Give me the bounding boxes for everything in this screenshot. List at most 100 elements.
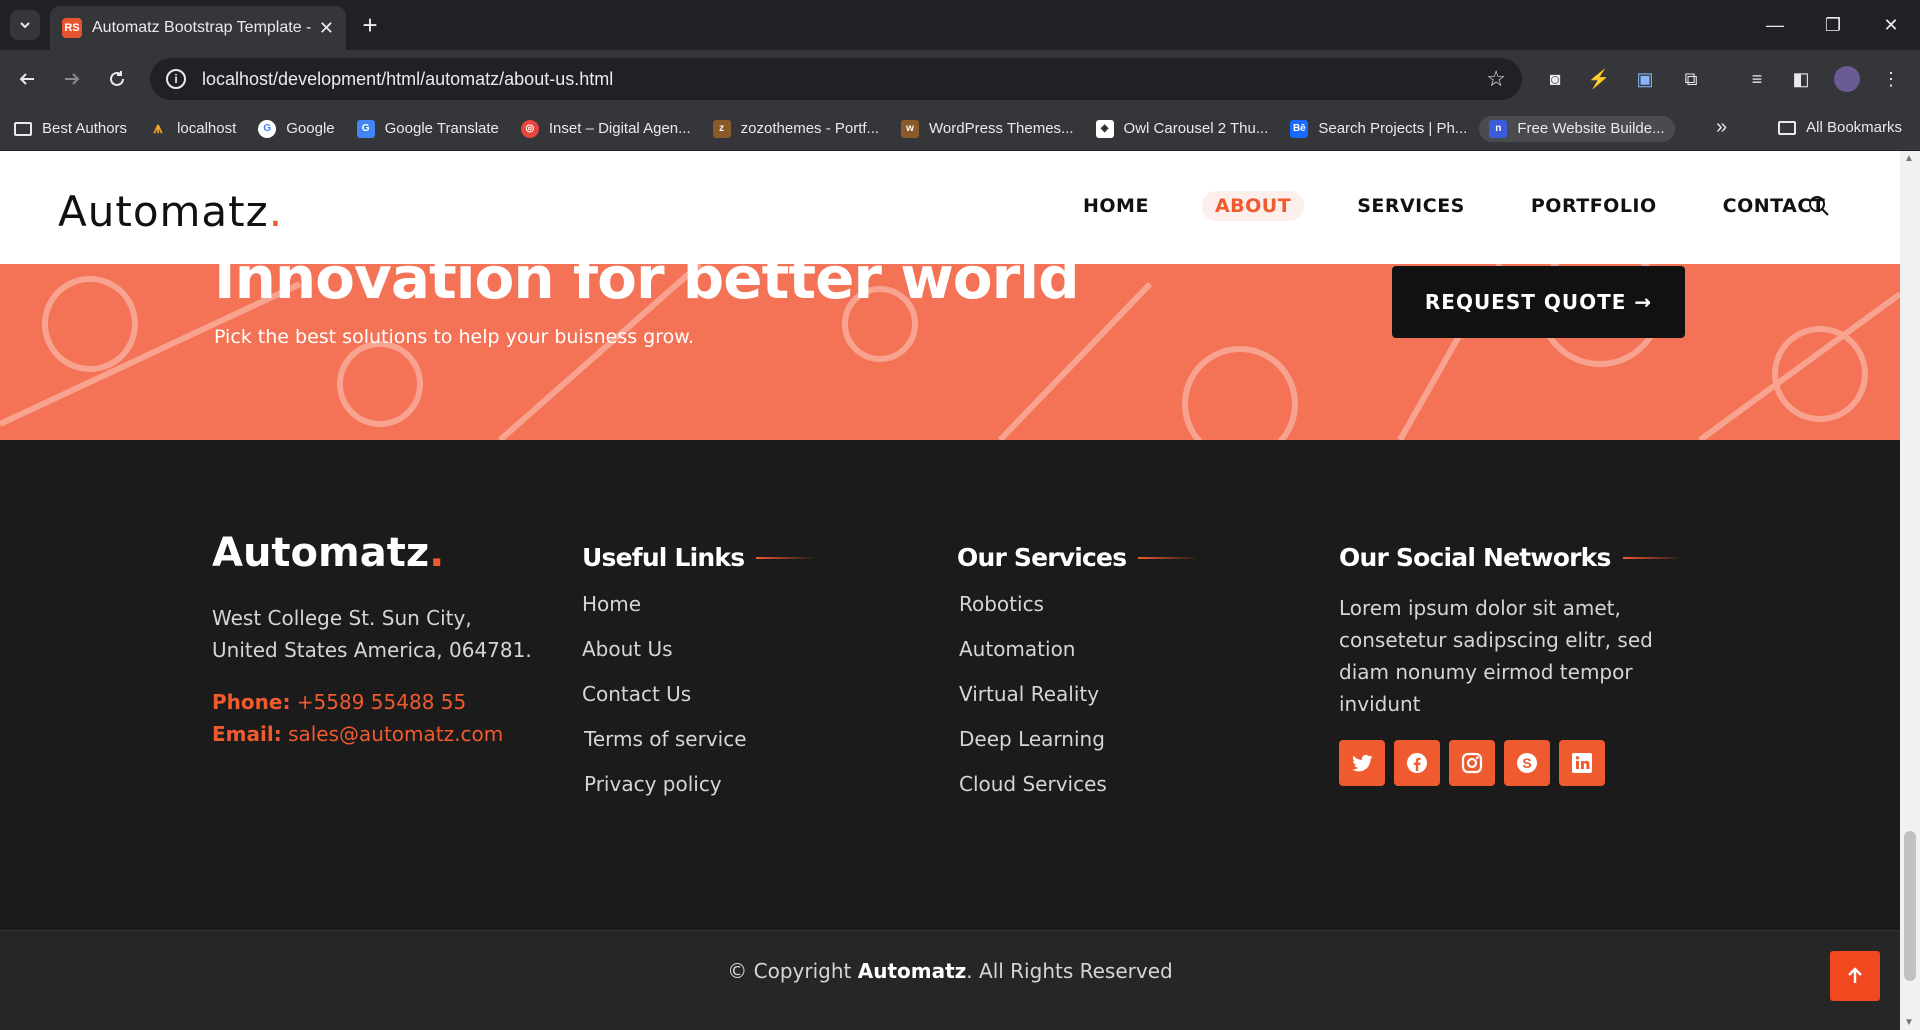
profile-avatar[interactable] (1834, 66, 1860, 92)
bookmark-label: Google Translate (384, 120, 499, 137)
bookmark-item[interactable]: w WordPress Themes... (901, 119, 1074, 138)
nav-home[interactable]: HOME (1070, 191, 1162, 221)
social-title: Our Social Networks (1339, 543, 1611, 572)
skype-icon: S (1517, 753, 1537, 773)
site-logo[interactable]: Automatz. (58, 187, 283, 236)
nav-about[interactable]: ABOUT (1201, 191, 1305, 221)
linkedin-link[interactable] (1559, 740, 1605, 786)
url-text[interactable]: localhost/development/html/automatz/abou… (202, 69, 1486, 90)
camera-extension-icon[interactable]: ◙ (1542, 66, 1568, 92)
back-to-top-button[interactable] (1830, 951, 1880, 1001)
side-panel-icon[interactable]: ◧ (1788, 66, 1814, 92)
all-bookmarks-label: All Bookmarks (1806, 119, 1902, 136)
nav-services[interactable]: SERVICES (1344, 191, 1478, 221)
tab-search-button[interactable] (10, 10, 40, 40)
bookmarks-overflow-icon[interactable]: » (1716, 116, 1727, 139)
folder-icon (1778, 120, 1797, 135)
site-info-icon[interactable]: i (166, 69, 186, 89)
banner-subtitle: Pick the best solutions to help your bui… (214, 326, 695, 348)
footer-link-home[interactable]: Home (582, 592, 816, 637)
bookmark-item[interactable]: G Google Translate (356, 119, 499, 138)
bookmark-item[interactable]: z zozothemes - Portf... (712, 119, 880, 138)
all-bookmarks-button[interactable]: All Bookmarks (1778, 119, 1902, 136)
footer-link-about[interactable]: About Us (582, 637, 816, 682)
useful-links-list: Home About Us Contact Us Terms of servic… (582, 592, 816, 817)
bookmark-item[interactable]: Bē Search Projects | Ph... (1290, 119, 1467, 138)
phone-value: +5589 55488 55 (296, 690, 467, 714)
footer-services-column: Our Services Robotics Automation Virtual… (957, 543, 1199, 817)
window-controls: — ❐ ✕ (1746, 0, 1920, 50)
back-button[interactable] (12, 64, 42, 94)
search-icon[interactable] (1806, 193, 1832, 219)
forward-button[interactable] (57, 64, 87, 94)
bookmark-item[interactable]: G Google (258, 119, 335, 138)
menu-kebab-icon[interactable]: ⋮ (1878, 66, 1904, 92)
social-heading: Our Social Networks (1339, 543, 1699, 572)
browser-tab-bar: RS Automatz Bootstrap Template - ✕ + — ❐… (0, 0, 1920, 50)
bookmark-item[interactable]: ◎ Inset – Digital Agen... (520, 119, 691, 138)
footer-about-column: Automatz. West College St. Sun City, Uni… (212, 530, 532, 750)
phone-label: Phone: (212, 690, 291, 714)
footer-logo[interactable]: Automatz. (212, 530, 532, 576)
scrollbar-thumb[interactable] (1904, 831, 1916, 981)
favicon-icon: RS (62, 18, 82, 38)
skype-link[interactable]: S (1504, 740, 1550, 786)
copyright-brand: Automatz (857, 959, 967, 983)
footer-phone[interactable]: Phone: +5589 55488 55 (212, 686, 532, 718)
restore-button[interactable]: ❐ (1804, 0, 1862, 50)
footer-service-virtual-reality[interactable]: Virtual Reality (959, 682, 1198, 727)
facebook-link[interactable] (1394, 740, 1440, 786)
page-scrollbar[interactable]: ▲ ▼ (1900, 151, 1920, 1030)
footer-service-automation[interactable]: Automation (959, 637, 1198, 682)
new-tab-button[interactable]: + (355, 10, 385, 40)
twitter-link[interactable] (1339, 740, 1385, 786)
scroll-up-arrow-icon[interactable]: ▲ (1904, 153, 1914, 164)
minimize-button[interactable]: — (1746, 0, 1804, 50)
footer-service-cloud-services[interactable]: Cloud Services (959, 772, 1198, 817)
bookmark-item[interactable]: n Free Website Builde... (1479, 115, 1675, 142)
screen-capture-extension-icon[interactable]: ▣ (1632, 66, 1658, 92)
wordpress-themes-icon: w (901, 119, 920, 138)
bookmark-item[interactable]: ⩚ localhost (149, 120, 237, 138)
zozothemes-icon: z (712, 119, 731, 138)
bookmark-label: zozothemes - Portf... (740, 120, 880, 137)
behance-icon: Bē (1290, 119, 1309, 138)
footer-service-deep-learning[interactable]: Deep Learning (959, 727, 1198, 772)
bookmark-label: Best Authors (42, 120, 128, 137)
email-label: Email: (212, 722, 282, 746)
google-translate-icon: G (356, 119, 375, 138)
browser-toolbar: i localhost/development/html/automatz/ab… (0, 50, 1920, 108)
social-description: Lorem ipsum dolor sit amet, consetetur s… (1339, 596, 1653, 716)
footer-link-terms[interactable]: Terms of service (582, 727, 816, 772)
nav-portfolio[interactable]: PORTFOLIO (1518, 191, 1670, 221)
social-links: S (1339, 740, 1699, 786)
extension-run-icon[interactable]: ⚡ (1586, 66, 1612, 92)
address-bar[interactable]: i localhost/development/html/automatz/ab… (150, 58, 1522, 100)
footer-email[interactable]: Email: sales@automatz.com (212, 718, 532, 750)
browser-tab[interactable]: RS Automatz Bootstrap Template - ✕ (50, 6, 346, 50)
media-control-icon[interactable]: ≡ (1744, 66, 1770, 92)
footer-link-privacy[interactable]: Privacy policy (582, 772, 816, 817)
footer-contact: Phone: +5589 55488 55 Email: sales@autom… (212, 686, 532, 750)
instagram-link[interactable] (1449, 740, 1495, 786)
owl-carousel-icon: ◈ (1095, 119, 1114, 138)
bookmark-star-icon[interactable]: ☆ (1486, 66, 1506, 92)
bookmark-label: Owl Carousel 2 Thu... (1123, 120, 1269, 137)
puzzle-icon[interactable]: ⧉ (1678, 66, 1704, 92)
footer-link-contact[interactable]: Contact Us (582, 682, 816, 727)
google-icon: G (258, 119, 277, 138)
footer-service-robotics[interactable]: Robotics (959, 592, 1198, 637)
chevron-down-icon (20, 22, 30, 29)
request-quote-button[interactable]: REQUEST QUOTE → (1392, 266, 1685, 338)
close-tab-icon[interactable]: ✕ (319, 18, 334, 39)
close-window-button[interactable]: ✕ (1862, 0, 1920, 50)
scroll-down-arrow-icon[interactable]: ▼ (1904, 1017, 1914, 1028)
bookmark-item[interactable]: Best Authors (14, 120, 127, 137)
email-value: sales@automatz.com (288, 722, 504, 746)
bookmark-label: Inset – Digital Agen... (548, 120, 691, 137)
folder-icon (14, 121, 32, 136)
useful-links-title: Useful Links (582, 543, 745, 572)
heading-underline (1622, 556, 1683, 559)
reload-button[interactable] (102, 64, 132, 94)
bookmark-item[interactable]: ◈ Owl Carousel 2 Thu... (1095, 119, 1269, 138)
